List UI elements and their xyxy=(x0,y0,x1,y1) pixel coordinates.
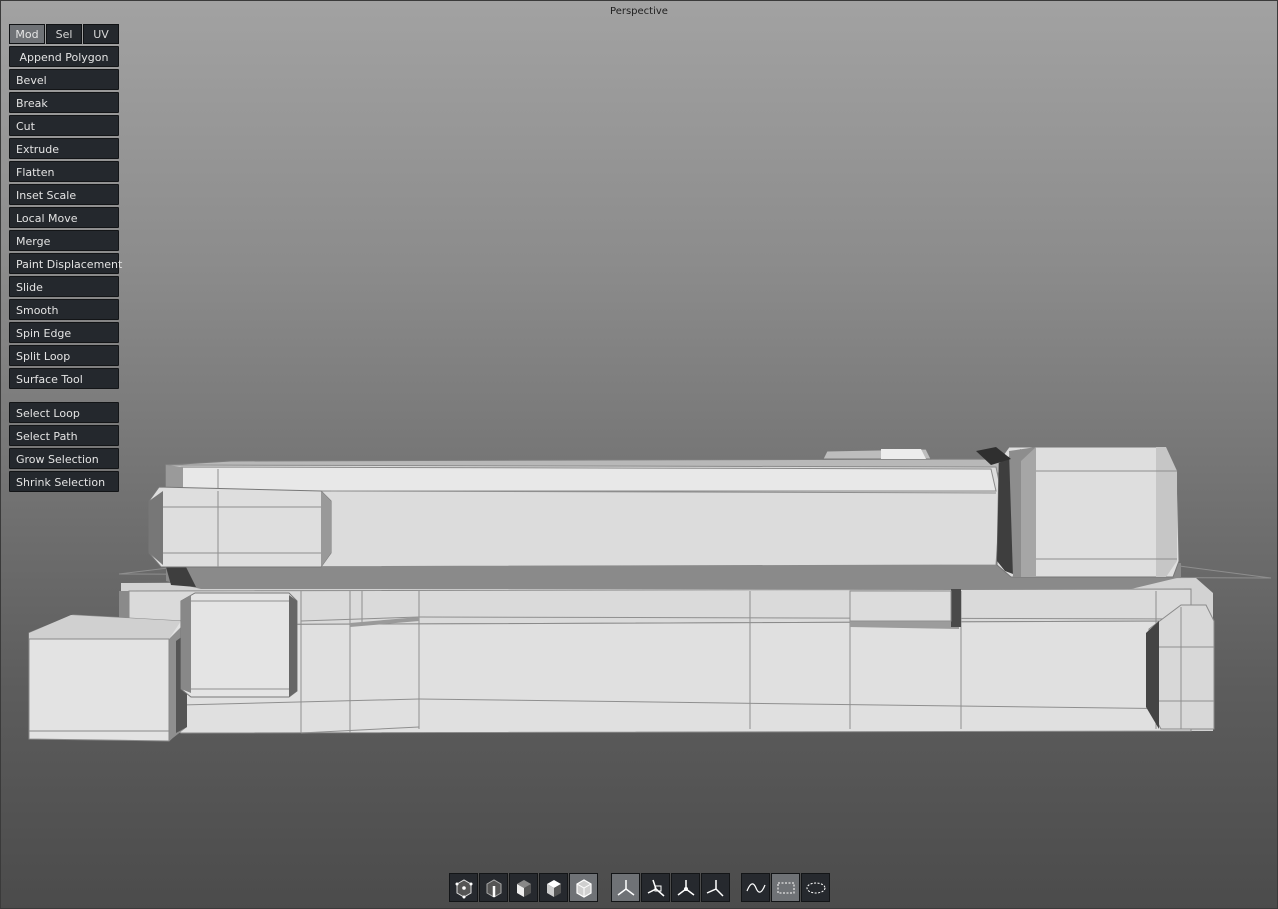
flatten-button[interactable]: Flatten xyxy=(9,161,119,182)
break-button[interactable]: Break xyxy=(9,92,119,113)
screen-axis-icon[interactable] xyxy=(671,873,700,902)
tool-panel: Mod Sel UV Append Polygon Bevel Break Cu… xyxy=(9,24,122,494)
extrude-button[interactable]: Extrude xyxy=(9,138,119,159)
select-path-button[interactable]: Select Path xyxy=(9,425,119,446)
select-loop-button[interactable]: Select Loop xyxy=(9,402,119,423)
world-axis-icon[interactable] xyxy=(611,873,640,902)
append-polygon-button[interactable]: Append Polygon xyxy=(9,46,119,67)
spin-edge-button[interactable]: Spin Edge xyxy=(9,322,119,343)
face-mode-icon[interactable] xyxy=(509,873,538,902)
local-move-button[interactable]: Local Move xyxy=(9,207,119,228)
grow-selection-button[interactable]: Grow Selection xyxy=(9,448,119,469)
shrink-selection-button[interactable]: Shrink Selection xyxy=(9,471,119,492)
object-axis-icon[interactable] xyxy=(701,873,730,902)
bevel-button[interactable]: Bevel xyxy=(9,69,119,90)
tab-uv[interactable]: UV xyxy=(83,24,119,44)
local-axis-icon[interactable] xyxy=(641,873,670,902)
smooth-button[interactable]: Smooth xyxy=(9,299,119,320)
lasso-curve-icon[interactable] xyxy=(741,873,770,902)
split-loop-button[interactable]: Split Loop xyxy=(9,345,119,366)
viewport-title: Perspective xyxy=(610,6,668,17)
tool-tabs: Mod Sel UV xyxy=(9,24,119,44)
tab-sel[interactable]: Sel xyxy=(46,24,82,44)
slide-button[interactable]: Slide xyxy=(9,276,119,297)
object-mode-icon[interactable] xyxy=(539,873,568,902)
cut-button[interactable]: Cut xyxy=(9,115,119,136)
merge-button[interactable]: Merge xyxy=(9,230,119,251)
edge-mode-icon[interactable] xyxy=(479,873,508,902)
panel-spacer xyxy=(9,391,119,402)
ellipse-marquee-icon[interactable] xyxy=(801,873,830,902)
surface-tool-button[interactable]: Surface Tool xyxy=(9,368,119,389)
solid-object-mode-icon[interactable] xyxy=(569,873,598,902)
inset-scale-button[interactable]: Inset Scale xyxy=(9,184,119,205)
paint-displacement-button[interactable]: Paint Displacement xyxy=(9,253,122,274)
perspective-viewport[interactable]: Perspective Mod Sel UV Append Polygon Be… xyxy=(0,0,1278,909)
upper-body xyxy=(148,446,1181,589)
rectangle-marquee-icon[interactable] xyxy=(771,873,800,902)
vertex-mode-icon[interactable] xyxy=(449,873,478,902)
3d-mesh-model[interactable] xyxy=(1,1,1278,909)
tab-mod[interactable]: Mod xyxy=(9,24,45,44)
lower-body xyxy=(28,578,1215,742)
